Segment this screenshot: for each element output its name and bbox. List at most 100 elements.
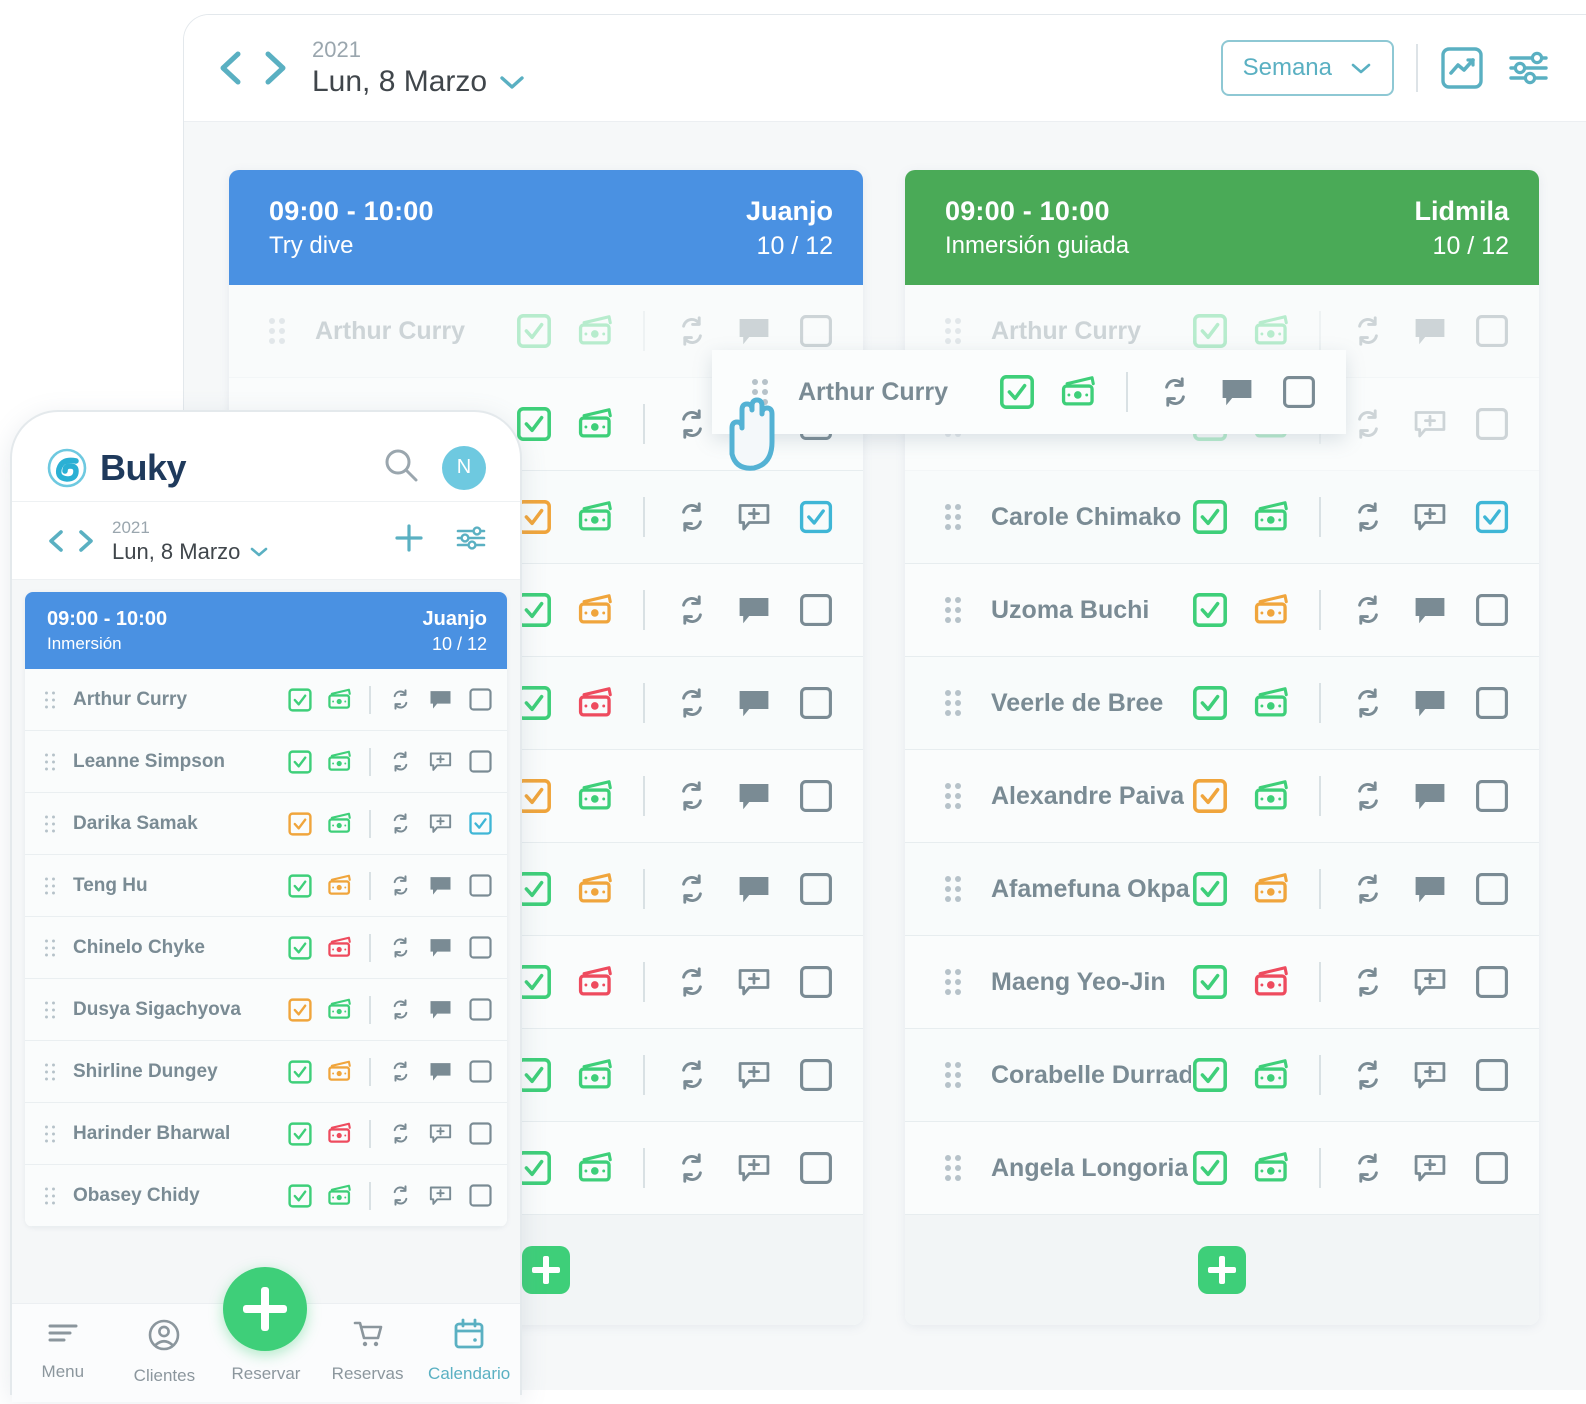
attendance-toggle[interactable] bbox=[1191, 498, 1229, 536]
drag-handle-icon[interactable] bbox=[43, 1124, 57, 1144]
repeat-button[interactable] bbox=[1349, 963, 1387, 1001]
repeat-button[interactable] bbox=[387, 811, 413, 837]
repeat-button[interactable] bbox=[1349, 870, 1387, 908]
payment-toggle[interactable] bbox=[577, 312, 615, 350]
note-button[interactable] bbox=[427, 935, 453, 961]
mobile-fab-add-button[interactable] bbox=[223, 1267, 307, 1351]
table-row[interactable]: Maeng Yeo-Jin bbox=[905, 936, 1539, 1029]
select-row[interactable] bbox=[797, 1056, 835, 1094]
table-row[interactable]: Afamefuna Okparo bbox=[905, 843, 1539, 936]
note-button[interactable] bbox=[427, 997, 453, 1023]
drag-handle-icon[interactable] bbox=[943, 1154, 963, 1182]
repeat-button[interactable] bbox=[673, 684, 711, 722]
payment-toggle[interactable] bbox=[327, 749, 353, 775]
repeat-button[interactable] bbox=[673, 498, 711, 536]
chevron-left-icon[interactable] bbox=[44, 526, 68, 556]
note-button[interactable] bbox=[735, 1056, 773, 1094]
payment-toggle[interactable] bbox=[577, 591, 615, 629]
row-select-checkbox[interactable] bbox=[798, 964, 834, 1000]
list-item[interactable]: Teng Hu bbox=[25, 855, 507, 917]
row-select-checkbox[interactable] bbox=[1474, 592, 1510, 628]
payment-toggle[interactable] bbox=[577, 498, 615, 536]
repeat-button[interactable] bbox=[673, 870, 711, 908]
repeat-button[interactable] bbox=[387, 935, 413, 961]
attendance-toggle[interactable] bbox=[287, 687, 313, 713]
select-row[interactable] bbox=[467, 687, 493, 713]
mobile-date-picker[interactable]: Lun, 8 Marzo bbox=[112, 540, 269, 563]
payment-toggle[interactable] bbox=[327, 1121, 353, 1147]
repeat-button[interactable] bbox=[387, 749, 413, 775]
row-select-checkbox[interactable] bbox=[1474, 313, 1510, 349]
select-row[interactable] bbox=[1473, 1149, 1511, 1187]
drag-handle-icon[interactable] bbox=[43, 1186, 57, 1206]
repeat-button[interactable] bbox=[387, 687, 413, 713]
attendance-toggle[interactable] bbox=[287, 749, 313, 775]
table-row[interactable]: Uzoma Buchi bbox=[905, 564, 1539, 657]
select-row[interactable] bbox=[1473, 870, 1511, 908]
drag-handle-icon[interactable] bbox=[943, 689, 963, 717]
payment-toggle[interactable] bbox=[327, 1059, 353, 1085]
row-select-checkbox[interactable] bbox=[468, 811, 493, 836]
row-select-checkbox[interactable] bbox=[798, 592, 834, 628]
list-item[interactable]: Shirline Dungey bbox=[25, 1041, 507, 1103]
repeat-button[interactable] bbox=[1349, 591, 1387, 629]
repeat-button[interactable] bbox=[387, 1121, 413, 1147]
row-select-checkbox[interactable] bbox=[1474, 1057, 1510, 1093]
row-select-checkbox[interactable] bbox=[468, 1059, 493, 1084]
row-select-checkbox[interactable] bbox=[798, 685, 834, 721]
drag-handle-icon[interactable] bbox=[267, 317, 287, 345]
select-row[interactable] bbox=[797, 312, 835, 350]
repeat-button[interactable] bbox=[1349, 777, 1387, 815]
row-select-checkbox[interactable] bbox=[468, 1183, 493, 1208]
repeat-button[interactable] bbox=[673, 405, 711, 443]
sliders-icon[interactable] bbox=[1506, 46, 1552, 90]
search-icon[interactable] bbox=[382, 446, 420, 489]
attendance-toggle[interactable] bbox=[1191, 591, 1229, 629]
select-row[interactable] bbox=[467, 1183, 493, 1209]
row-select-checkbox[interactable] bbox=[468, 749, 493, 774]
select-row[interactable] bbox=[1473, 684, 1511, 722]
payment-toggle[interactable] bbox=[577, 963, 615, 1001]
repeat-button[interactable] bbox=[673, 1056, 711, 1094]
row-select-checkbox[interactable] bbox=[468, 1121, 493, 1146]
select-row[interactable] bbox=[467, 1121, 493, 1147]
session-card-header[interactable]: 09:00 - 10:00 Try dive Juanjo 10 / 12 bbox=[229, 170, 863, 285]
attendance-toggle[interactable] bbox=[287, 935, 313, 961]
list-item[interactable]: Arthur Curry bbox=[25, 669, 507, 731]
chevron-right-icon[interactable] bbox=[74, 526, 98, 556]
note-button[interactable] bbox=[735, 312, 773, 350]
select-row[interactable] bbox=[1473, 405, 1511, 443]
repeat-button[interactable] bbox=[1349, 684, 1387, 722]
repeat-button[interactable] bbox=[673, 591, 711, 629]
repeat-button[interactable] bbox=[673, 312, 711, 350]
avatar[interactable]: N bbox=[442, 445, 486, 490]
row-select-checkbox[interactable] bbox=[1474, 1150, 1510, 1186]
drag-handle-icon[interactable] bbox=[43, 814, 57, 834]
drag-handle-icon[interactable] bbox=[943, 503, 963, 531]
list-item[interactable]: Darika Samak bbox=[25, 793, 507, 855]
select-row[interactable] bbox=[797, 870, 835, 908]
note-button[interactable] bbox=[1411, 777, 1449, 815]
attendance-toggle[interactable] bbox=[1191, 684, 1229, 722]
select-row[interactable] bbox=[467, 811, 493, 837]
plus-icon[interactable] bbox=[392, 521, 426, 560]
note-button[interactable] bbox=[427, 687, 453, 713]
select-row[interactable] bbox=[467, 749, 493, 775]
payment-toggle[interactable] bbox=[577, 870, 615, 908]
payment-toggle[interactable] bbox=[327, 997, 353, 1023]
note-button[interactable] bbox=[427, 811, 453, 837]
row-select-checkbox[interactable] bbox=[798, 1057, 834, 1093]
note-button[interactable] bbox=[1411, 498, 1449, 536]
tab-menu[interactable]: Menu bbox=[12, 1318, 114, 1382]
dragged-participant-row[interactable]: Arthur Curry bbox=[712, 350, 1346, 434]
attendance-toggle[interactable] bbox=[287, 1059, 313, 1085]
repeat-button[interactable] bbox=[1349, 405, 1387, 443]
drag-handle-icon[interactable] bbox=[943, 596, 963, 624]
select-row[interactable] bbox=[1473, 591, 1511, 629]
row-select-checkbox[interactable] bbox=[1474, 499, 1510, 535]
note-button[interactable] bbox=[1411, 312, 1449, 350]
select-row[interactable] bbox=[1473, 498, 1511, 536]
note-button[interactable] bbox=[427, 1121, 453, 1147]
row-select-checkbox[interactable] bbox=[1474, 685, 1510, 721]
select-row[interactable] bbox=[1473, 1056, 1511, 1094]
